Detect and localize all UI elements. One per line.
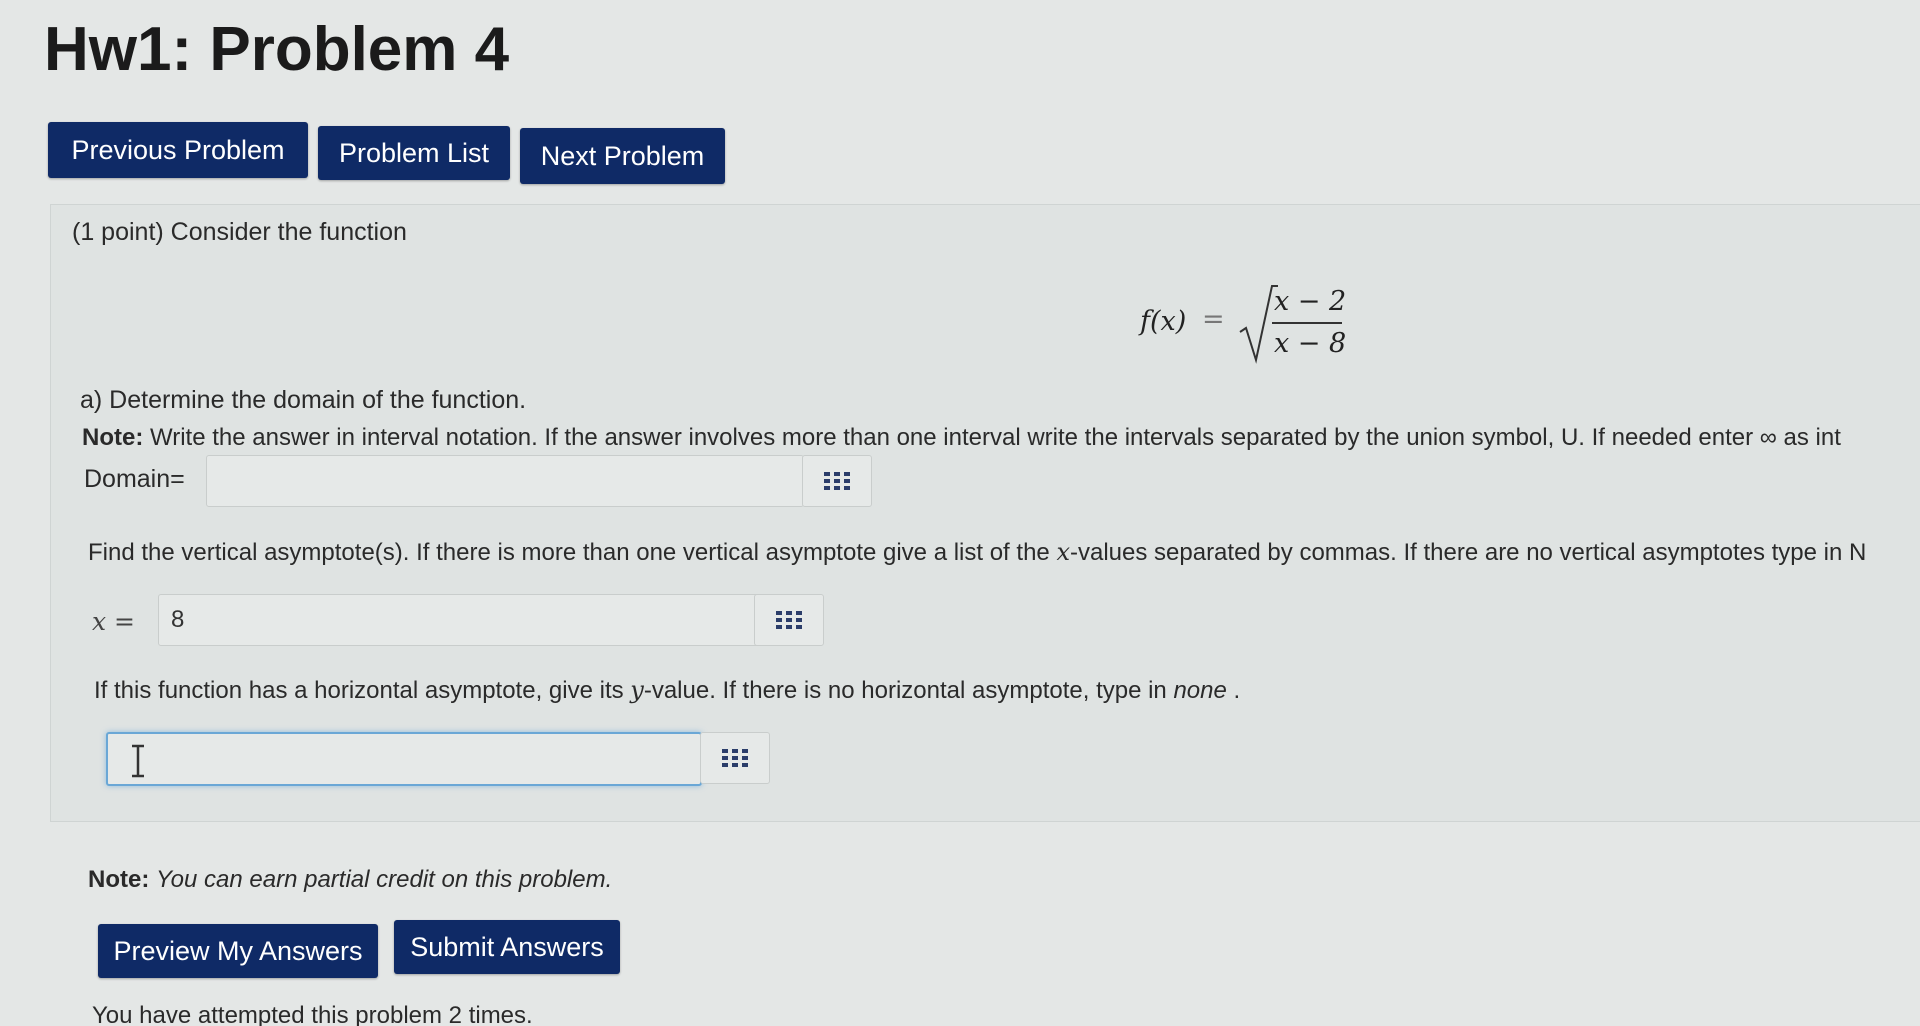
preview-answers-button[interactable]: Preview My Answers xyxy=(98,924,378,978)
note-label: Note: xyxy=(82,424,144,451)
vertical-var: x xyxy=(1056,538,1070,566)
next-problem-button[interactable]: Next Problem xyxy=(520,128,725,184)
horizontal-text-start: If this function has a horizontal asympt… xyxy=(94,677,631,704)
partial-credit-note: Note: You can earn partial credit on thi… xyxy=(88,866,612,894)
submit-answers-button[interactable]: Submit Answers xyxy=(394,920,620,974)
domain-input[interactable] xyxy=(206,455,804,507)
horizontal-equation-editor-button[interactable] xyxy=(700,732,770,784)
problem-list-button[interactable]: Problem List xyxy=(318,126,510,180)
note-text: Write the answer in interval notation. I… xyxy=(143,424,1841,451)
formula-equals: = xyxy=(1202,304,1225,335)
horizontal-text-mid: -value. If there is no horizontal asympt… xyxy=(643,677,1174,704)
vertical-text-end: -values separated by commas. If there ar… xyxy=(1069,539,1867,566)
text-cursor-icon xyxy=(132,744,144,778)
problem-intro: (1 point) Consider the function xyxy=(72,218,407,246)
formula-lhs: f(x) xyxy=(1140,306,1187,337)
attempts-status: You have attempted this problem 2 times. xyxy=(92,1002,533,1026)
grid-icon xyxy=(824,472,850,490)
footer-note-label: Note: xyxy=(88,866,150,893)
previous-problem-button[interactable]: Previous Problem xyxy=(48,122,308,178)
formula-denominator: x − 8 xyxy=(1274,328,1347,359)
grid-icon xyxy=(722,749,748,767)
square-root-sign xyxy=(1239,285,1278,364)
vertical-equation-editor-button[interactable] xyxy=(754,594,824,646)
domain-equation-editor-button[interactable] xyxy=(802,455,872,507)
grid-icon xyxy=(776,611,802,629)
horizontal-none: none xyxy=(1173,677,1227,704)
page-title: Hw1: Problem 4 xyxy=(44,15,510,84)
horizontal-asymptote-prompt: If this function has a horizontal asympt… xyxy=(94,676,1240,705)
domain-label: Domain= xyxy=(84,465,185,493)
page: Hw1: Problem 4 Previous Problem Problem … xyxy=(0,0,1920,1026)
horizontal-var: y xyxy=(630,676,644,704)
vertical-text-start: Find the vertical asymptote(s). If there… xyxy=(88,539,1057,566)
horizontal-asymptote-input[interactable] xyxy=(106,732,702,786)
vertical-asymptote-prompt: Find the vertical asymptote(s). If there… xyxy=(88,538,1866,567)
x-label: x = xyxy=(92,607,135,636)
interval-note: Note: Write the answer in interval notat… xyxy=(82,424,1841,452)
part-a-prompt: a) Determine the domain of the function. xyxy=(80,386,527,414)
horizontal-text-end: . xyxy=(1226,677,1241,704)
fraction-bar xyxy=(1272,322,1342,324)
footer-note-text: You can earn partial credit on this prob… xyxy=(156,866,613,893)
formula-numerator: x − 2 xyxy=(1274,286,1347,317)
vertical-asymptote-input[interactable] xyxy=(158,594,768,646)
problem-panel xyxy=(50,204,1920,822)
